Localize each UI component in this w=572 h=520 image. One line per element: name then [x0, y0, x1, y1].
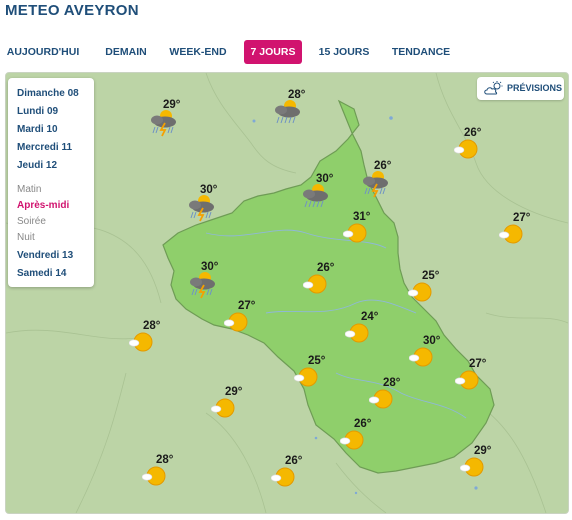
- weather-station[interactable]: 28°: [142, 454, 190, 492]
- page-title: METEO AVEYRON: [5, 2, 139, 19]
- day-item-jeudi[interactable]: Jeudi 12: [17, 160, 57, 171]
- day-item-samedi[interactable]: Samedi 14: [17, 268, 66, 279]
- weather-station[interactable]: 25°: [408, 270, 456, 308]
- previsions-label: PRÉVISIONS: [507, 83, 563, 93]
- sun-cloud-icon: [224, 312, 248, 332]
- weather-station[interactable]: 30°: [185, 261, 233, 299]
- weather-station[interactable]: 26°: [340, 418, 388, 456]
- weather-station[interactable]: 26°: [271, 455, 319, 493]
- weather-station[interactable]: 25°: [294, 355, 342, 393]
- thunderstorm-icon: [190, 272, 215, 299]
- weather-station[interactable]: 29°: [146, 99, 194, 137]
- weather-station[interactable]: 27°: [224, 300, 272, 338]
- sun-cloud-icon: [409, 347, 433, 367]
- sun-cloud-icon: [129, 332, 153, 352]
- thunderstorm-icon: [363, 171, 388, 198]
- weather-station[interactable]: 29°: [211, 386, 259, 424]
- period-item-matin[interactable]: Matin: [17, 184, 41, 195]
- tab-week-end[interactable]: WEEK-END: [166, 40, 230, 64]
- day-selector: Dimanche 08 Lundi 09 Mardi 10 Mercredi 1…: [8, 78, 94, 287]
- cloud-sun-icon: [484, 81, 503, 95]
- sun-cloud-icon: [454, 139, 478, 159]
- tab-15-jours[interactable]: 15 JOURS: [313, 40, 375, 64]
- day-item-lundi[interactable]: Lundi 09: [17, 106, 58, 117]
- sun-cloud-icon: [294, 367, 318, 387]
- weather-station[interactable]: 30°: [184, 184, 232, 222]
- weather-station[interactable]: 26°: [358, 160, 406, 198]
- weather-station[interactable]: 28°: [369, 377, 417, 415]
- day-item-mercredi[interactable]: Mercredi 11: [17, 142, 72, 153]
- weather-station[interactable]: 30°: [409, 335, 457, 373]
- sun-cloud-icon: [369, 389, 393, 409]
- day-item-mardi[interactable]: Mardi 10: [17, 124, 58, 135]
- thunderstorm-icon: [303, 184, 328, 208]
- period-tabs: AUJOURD'HUI DEMAIN WEEK-END 7 JOURS 15 J…: [0, 40, 572, 66]
- weather-station[interactable]: 30°: [298, 173, 346, 211]
- tab-tendance[interactable]: TENDANCE: [388, 40, 454, 64]
- weather-station[interactable]: 28°: [270, 89, 318, 127]
- sun-cloud-icon: [408, 282, 432, 302]
- weather-station[interactable]: 28°: [129, 320, 177, 358]
- sun-cloud-icon: [340, 430, 364, 450]
- weather-station[interactable]: 27°: [455, 358, 503, 396]
- period-item-apres-midi[interactable]: Après-midi: [17, 200, 69, 211]
- thunderstorm-icon: [275, 100, 300, 124]
- day-item-dimanche[interactable]: Dimanche 08: [17, 88, 79, 99]
- sun-cloud-icon: [499, 224, 523, 244]
- weather-station[interactable]: 27°: [499, 212, 547, 250]
- thunderstorm-icon: [151, 110, 176, 137]
- previsions-button[interactable]: PRÉVISIONS: [477, 77, 564, 100]
- sun-cloud-icon: [271, 467, 295, 487]
- day-item-vendredi[interactable]: Vendredi 13: [17, 250, 73, 261]
- weather-station[interactable]: 26°: [303, 262, 351, 300]
- sun-cloud-icon: [455, 370, 479, 390]
- weather-station[interactable]: 31°: [343, 211, 391, 249]
- sun-cloud-icon: [345, 323, 369, 343]
- thunderstorm-icon: [189, 195, 214, 222]
- sun-cloud-icon: [142, 466, 166, 486]
- weather-station[interactable]: 24°: [345, 311, 393, 349]
- sun-cloud-icon: [343, 223, 367, 243]
- tab-7-jours[interactable]: 7 JOURS: [244, 40, 302, 64]
- period-item-soiree[interactable]: Soirée: [17, 216, 46, 227]
- sun-cloud-icon: [460, 457, 484, 477]
- sun-cloud-icon: [303, 274, 327, 294]
- weather-station[interactable]: 26°: [454, 127, 502, 165]
- sun-cloud-icon: [211, 398, 235, 418]
- tab-aujourdhui[interactable]: AUJOURD'HUI: [4, 40, 82, 64]
- tab-demain[interactable]: DEMAIN: [98, 40, 154, 64]
- weather-station[interactable]: 29°: [460, 445, 508, 483]
- period-item-nuit[interactable]: Nuit: [17, 232, 35, 243]
